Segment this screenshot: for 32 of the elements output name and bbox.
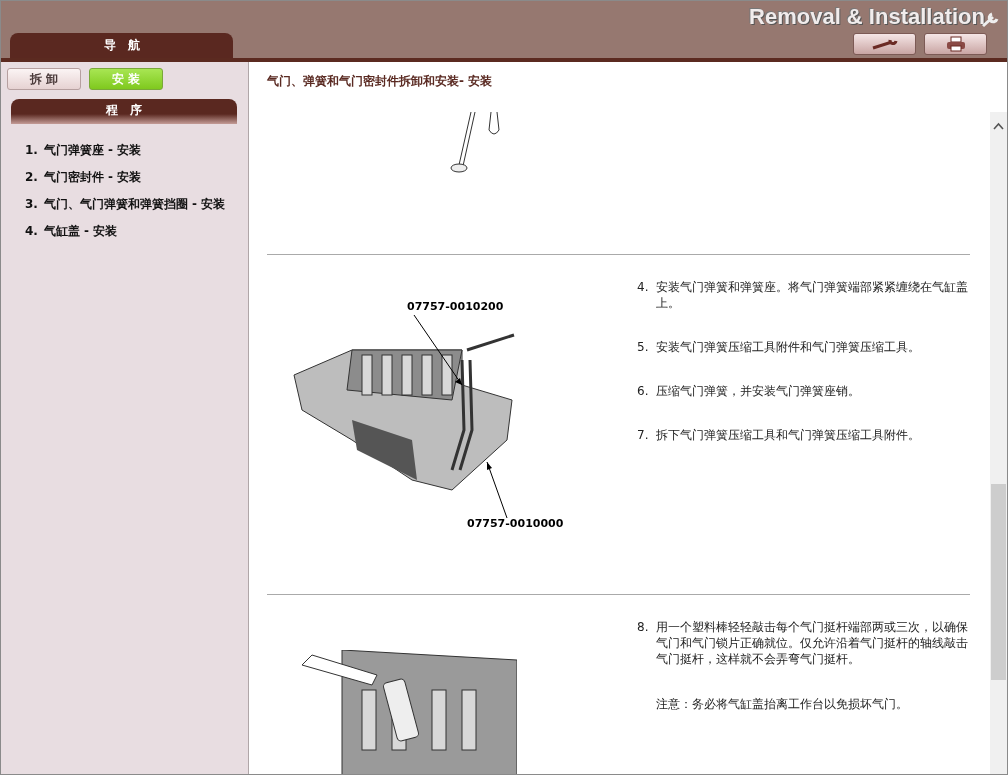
printer-icon [945,36,966,52]
step-number: 8. [637,619,648,636]
app-title: Removal & Installation [749,4,985,30]
page-heading: 气门、弹簧和气门密封件拆卸和安装- 安装 [267,73,494,90]
procedure-header: 程 序 [11,99,237,124]
procedure-link[interactable]: 气门、气门弹簧和弹簧挡圈 - 安装 [43,195,226,222]
part-number: 07757-0010000 [467,516,564,532]
step-number: 5. [637,339,648,355]
list-number: 2. [25,169,38,186]
scrollbar[interactable] [990,112,1007,774]
step-number: 6. [637,383,648,399]
step-text: 安装气门弹簧和弹簧座。将气门弹簧端部紧紧缠绕在气缸盖上。 [656,279,969,311]
procedure-link[interactable]: 气门密封件 - 安装 [43,168,142,195]
part-number: 07757-0010200 [407,299,504,315]
note-text: 注意：务必将气缸盖抬离工作台以免损坏气门。 [656,696,909,713]
step-text: 用一个塑料棒轻轻敲击每个气门挺杆端部两或三次，以确保气门和气门锁片正确就位。仅允许沿着气门挺杆的轴线敲击气门挺杆，这样就不会弄弯气门挺杆。 [656,619,969,667]
step-text: 压缩气门弹簧，并安装气门弹簧座销。 [656,383,860,399]
step-number: 4. [637,279,648,296]
list-number: 4. [25,223,38,240]
scroll-thumb[interactable] [991,484,1006,680]
list-number: 1. [25,142,38,159]
tools-button[interactable] [853,33,916,55]
nav-tab[interactable]: 导 航 [10,33,233,58]
procedure-link[interactable]: 气门弹簧座 - 安装 [43,141,142,168]
scroll-up-icon[interactable] [993,122,1004,130]
step-text: 拆下气门弹簧压缩工具和气门弹簧压缩工具附件。 [656,427,920,443]
print-button[interactable] [924,33,987,55]
step-number: 7. [637,427,648,443]
step-text: 安装气门弹簧压缩工具附件和气门弹簧压缩工具。 [656,339,920,355]
procedure-link[interactable]: 气缸盖 - 安装 [43,222,118,249]
mode-tab[interactable]: 拆 卸 [7,68,81,90]
list-number: 3. [25,196,38,213]
